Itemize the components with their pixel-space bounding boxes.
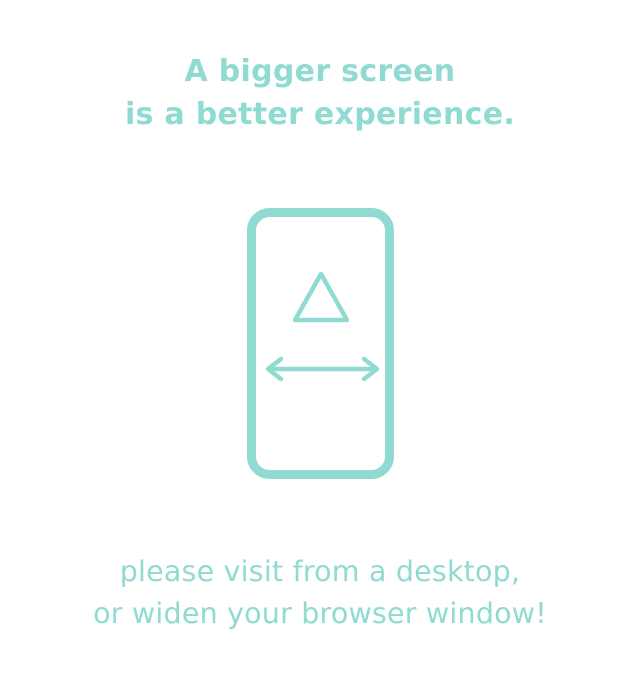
phone-outline-icon: [247, 208, 394, 479]
phone-frame: [247, 208, 394, 479]
headline-line-1: A bigger screen: [184, 54, 456, 89]
footer-line-1: please visit from a desktop,: [119, 555, 521, 588]
double-arrow-horizontal-icon: [265, 356, 380, 382]
headline-line-2: is a better experience.: [124, 97, 516, 132]
footer-message: please visit from a desktop, or widen yo…: [0, 551, 640, 635]
triangle-icon: [292, 271, 350, 323]
footer-line-2: or widen your browser window!: [93, 597, 547, 630]
headline: A bigger screen is a better experience.: [0, 50, 640, 136]
